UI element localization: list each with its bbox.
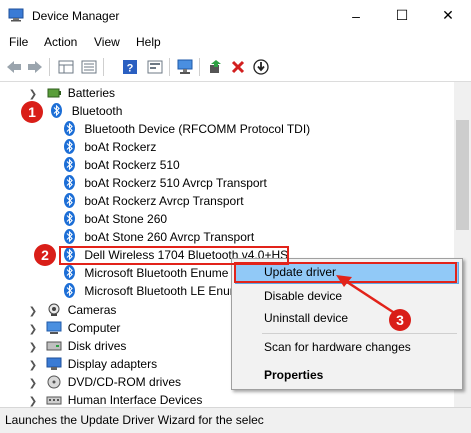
bluetooth-icon — [64, 211, 75, 226]
tree-item-label: Display adapters — [67, 357, 158, 371]
maximize-button[interactable]: ☐ — [379, 0, 425, 31]
minimize-button[interactable]: – — [333, 0, 379, 31]
back-icon[interactable] — [4, 57, 24, 77]
computer-icon — [46, 321, 62, 334]
menu-view[interactable]: View — [94, 35, 120, 49]
bluetooth-icon — [64, 229, 75, 244]
bluetooth-device-row[interactable]: boAt Rockerz Avrcp Transport — [64, 192, 244, 210]
device-label: Bluetooth Device (RFCOMM Protocol TDI) — [84, 122, 311, 136]
device-label: Microsoft Bluetooth LE Enur — [84, 284, 234, 298]
tree-item-cameras[interactable]: ❯ Cameras — [28, 301, 117, 319]
tree-item-dvd-cd-rom-drives[interactable]: ❯ DVD/CD-ROM drives — [28, 373, 181, 391]
device-label: boAt Rockerz Avrcp Transport — [84, 194, 244, 208]
bluetooth-icon — [64, 193, 75, 208]
device-label: Microsoft Bluetooth Enume — [84, 266, 229, 280]
menu-help[interactable]: Help — [136, 35, 161, 49]
bluetooth-icon — [64, 175, 75, 190]
device-label: boAt Rockerz 510 — [84, 158, 180, 172]
context-menu-separator — [262, 333, 457, 334]
show-hidden-icon[interactable] — [145, 57, 165, 77]
device-label: boAt Rockerz 510 Avrcp Transport — [84, 176, 267, 190]
device-label: boAt Rockerz — [84, 140, 157, 154]
forward-icon[interactable] — [25, 57, 45, 77]
tree-item-batteries[interactable]: ❯ Batteries — [28, 84, 115, 102]
annotation-badge-1: 1 — [21, 101, 43, 123]
bluetooth-device-row[interactable]: boAt Rockerz — [64, 138, 156, 156]
bluetooth-icon — [64, 283, 75, 298]
bluetooth-icon — [64, 139, 75, 154]
menu-action[interactable]: Action — [44, 35, 77, 49]
help-icon[interactable]: ? — [120, 57, 140, 77]
bluetooth-icon — [64, 265, 75, 280]
tree-item-label: Batteries — [67, 86, 116, 100]
toolbar-separator — [169, 58, 170, 76]
menu-file[interactable]: File — [9, 35, 28, 49]
toolbar-separator — [49, 58, 50, 76]
bluetooth-device-row[interactable]: boAt Rockerz 510 Avrcp Transport — [64, 174, 267, 192]
annotation-badge-3: 3 — [389, 309, 411, 331]
hid-icon — [46, 396, 62, 405]
list-view-icon[interactable] — [79, 57, 99, 77]
display-adapter-icon — [46, 357, 62, 370]
content-divider — [0, 81, 471, 82]
battery-icon — [47, 88, 62, 98]
properties-grid-icon[interactable] — [56, 57, 76, 77]
bluetooth-device-row[interactable]: boAt Stone 260 Avrcp Transport — [64, 228, 254, 246]
tree-item-disk-drives[interactable]: ❯ Disk drives — [28, 337, 127, 355]
annotation-badge-2: 2 — [34, 244, 56, 266]
tree-item-label: Cameras — [67, 303, 117, 317]
uninstall-x-icon[interactable] — [228, 57, 248, 77]
update-driver-download-icon[interactable] — [251, 57, 271, 77]
dvd-drive-icon — [47, 375, 61, 389]
bluetooth-device-row[interactable]: Microsoft Bluetooth LE Enur — [64, 282, 234, 300]
camera-icon — [48, 303, 60, 316]
toolbar-separator — [199, 58, 200, 76]
device-label: boAt Stone 260 Avrcp Transport — [84, 230, 255, 244]
svg-text:?: ? — [127, 63, 134, 75]
tree-item-label: Bluetooth — [71, 104, 123, 118]
bluetooth-icon — [64, 157, 75, 172]
disk-drive-icon — [46, 341, 62, 351]
tree-item-display-adapters[interactable]: ❯ Display adapters — [28, 355, 157, 373]
bluetooth-device-row[interactable]: boAt Stone 260 — [64, 210, 167, 228]
scan-hardware-menu-item[interactable]: Scan for hardware changes — [264, 340, 411, 354]
add-driver-icon[interactable] — [205, 57, 225, 77]
tree-item-label: DVD/CD-ROM drives — [67, 375, 182, 389]
toolbar-separator — [103, 58, 104, 76]
device-label: boAt Stone 260 — [84, 212, 168, 226]
tree-item-label: Computer — [67, 321, 121, 335]
tree-item-label: Human Interface Devices — [67, 393, 203, 407]
properties-menu-item[interactable]: Properties — [264, 368, 323, 382]
bluetooth-device-row[interactable]: Bluetooth Device (RFCOMM Protocol TDI) — [64, 120, 310, 138]
bluetooth-icon — [51, 103, 63, 118]
tree-item-computer[interactable]: ❯ Computer — [28, 319, 121, 337]
device-manager-icon — [8, 8, 24, 22]
bluetooth-device-row[interactable]: Microsoft Bluetooth Enume — [64, 264, 228, 282]
bluetooth-icon — [64, 121, 75, 136]
status-text: Launches the Update Driver Wizard for th… — [5, 413, 264, 427]
window-title: Device Manager — [32, 9, 120, 23]
bluetooth-device-row[interactable]: boAt Rockerz 510 — [64, 156, 180, 174]
computer-monitor-icon[interactable] — [175, 57, 195, 77]
close-button[interactable]: ✕ — [425, 0, 471, 31]
tree-item-label: Disk drives — [67, 339, 127, 353]
scrollbar-thumb[interactable] — [456, 120, 469, 230]
